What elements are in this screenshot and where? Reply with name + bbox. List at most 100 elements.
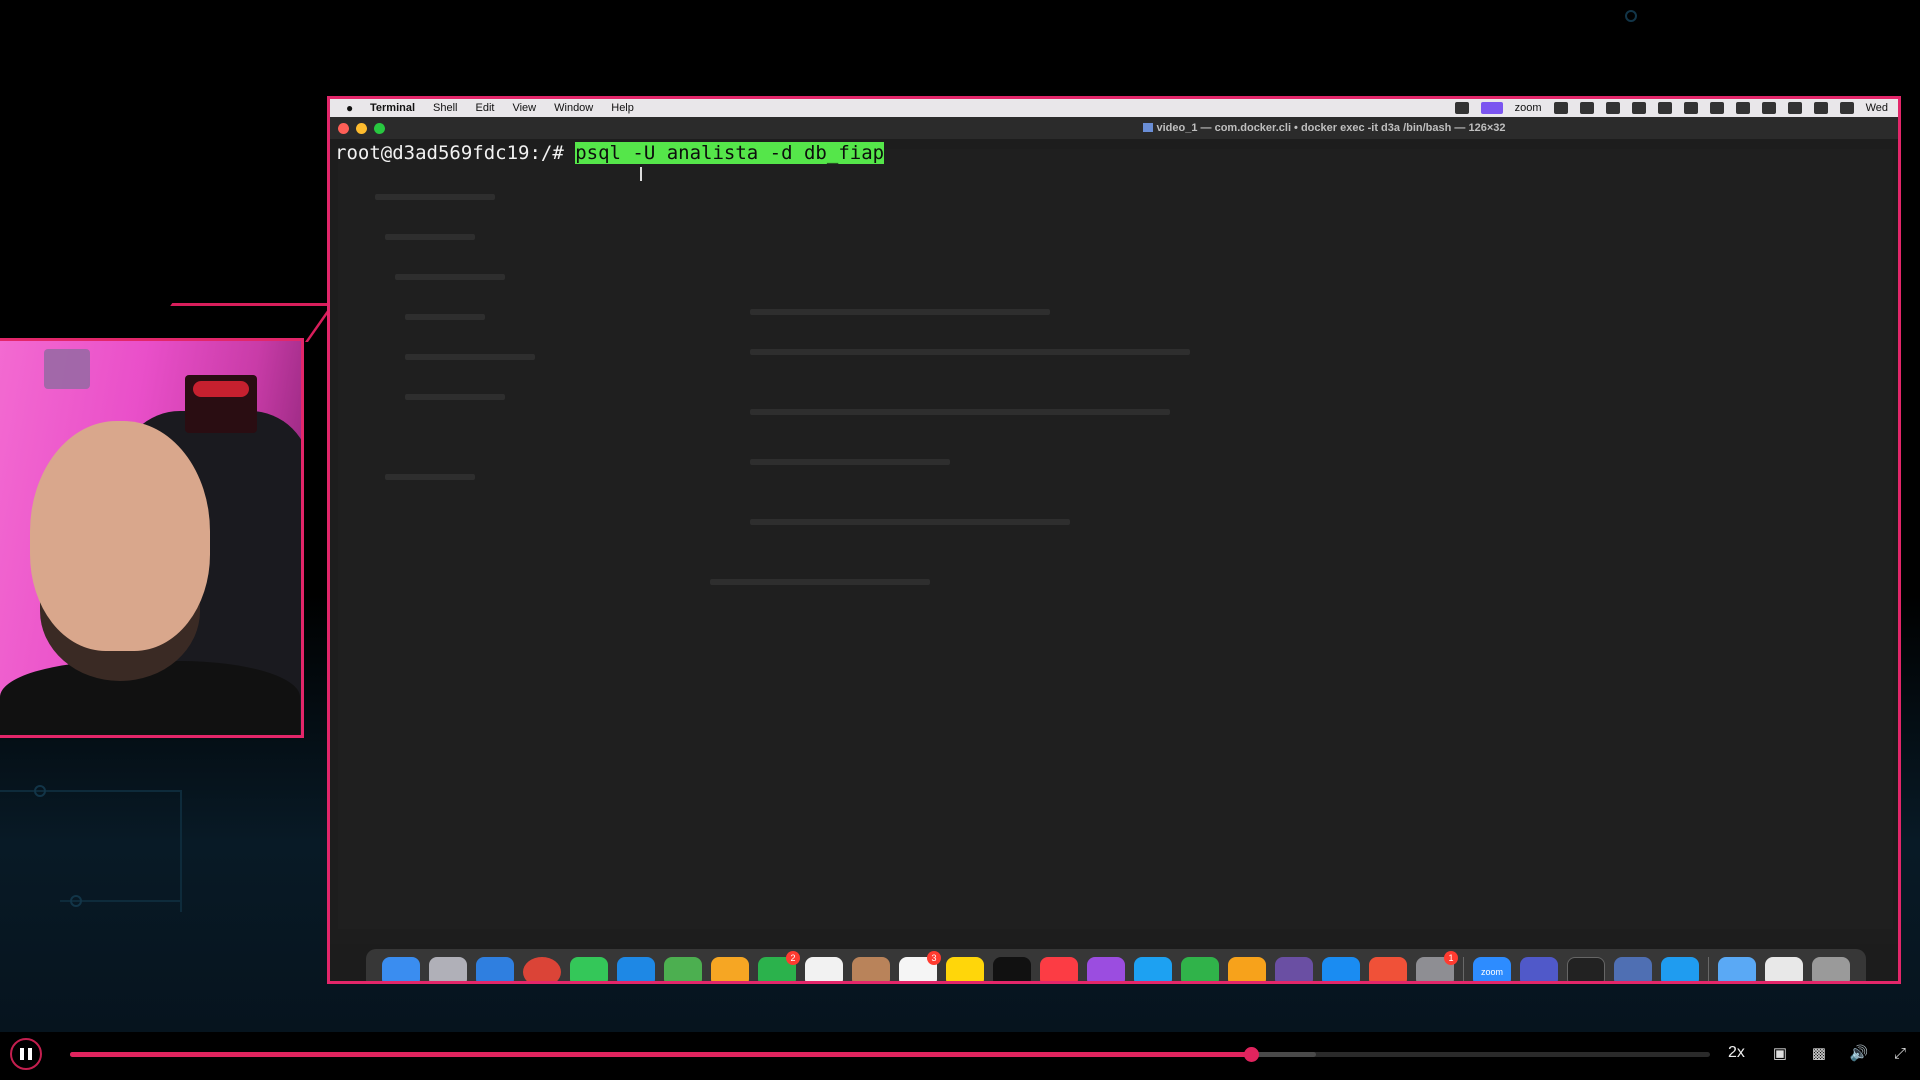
webcam-overlay: [0, 338, 304, 738]
circuit-node: [1625, 10, 1637, 22]
terminal-app-icon[interactable]: [1567, 957, 1605, 981]
ghost-line: [405, 354, 535, 360]
teams-icon[interactable]: [1520, 957, 1558, 981]
terminal-prompt-line: root@d3ad569fdc19:/# psql -U analista -d…: [335, 142, 885, 164]
vscode-icon[interactable]: [1661, 957, 1699, 981]
status-icon[interactable]: [1761, 102, 1776, 114]
ghost-line: [405, 394, 505, 400]
presenter-head: [30, 421, 210, 651]
facetime-icon[interactable]: 2: [758, 951, 800, 981]
zoom-app-icon[interactable]: zoom: [1473, 957, 1511, 981]
video-player-controls: 2x ▣ ▩ 🔊 ⤢: [0, 1032, 1920, 1080]
menubar-clock[interactable]: Wed: [1866, 102, 1888, 114]
pages-icon[interactable]: [1228, 957, 1266, 981]
reminders-icon[interactable]: 3: [899, 951, 941, 981]
window-thumbnail-icon[interactable]: [1765, 957, 1803, 981]
battery-icon[interactable]: [1709, 102, 1724, 114]
background-window-ghost: [338, 149, 1893, 929]
webcam-frame-tab: [145, 303, 336, 342]
safari-icon[interactable]: [476, 957, 514, 981]
feather-icon[interactable]: [1275, 957, 1313, 981]
trash-icon[interactable]: [1812, 957, 1850, 981]
picture-in-picture-icon[interactable]: ▩: [1809, 1044, 1829, 1064]
status-icon[interactable]: [1605, 102, 1620, 114]
calendar-icon[interactable]: [805, 957, 843, 981]
settings-icon[interactable]: 1: [1416, 951, 1458, 981]
ghost-line: [385, 234, 475, 240]
screen-share-icon[interactable]: [1480, 102, 1503, 114]
finder-icon[interactable]: [382, 957, 420, 981]
menu-help[interactable]: Help: [611, 102, 634, 114]
circuit-line: [0, 790, 182, 792]
played-bar: [70, 1052, 1251, 1057]
play-icon[interactable]: [1735, 102, 1750, 114]
status-icon[interactable]: [1553, 102, 1568, 114]
terminal-selected-command[interactable]: psql -U analista -d db_fiap: [575, 142, 885, 164]
progress-knob[interactable]: [1243, 1047, 1259, 1062]
pause-button[interactable]: [10, 1038, 42, 1070]
keynote-icon[interactable]: [1134, 957, 1172, 981]
ghost-line: [395, 274, 505, 280]
contacts-icon[interactable]: [852, 957, 890, 981]
pen-icon[interactable]: [1579, 102, 1594, 114]
progress-track[interactable]: [70, 1047, 1710, 1062]
notification-badge: 1: [1444, 951, 1458, 965]
menu-shell[interactable]: Shell: [433, 102, 457, 114]
captions-icon[interactable]: ▣: [1770, 1044, 1790, 1064]
circuit-node: [70, 895, 82, 907]
ghost-line: [750, 349, 1190, 355]
mac-dock: 2 3 1 zoom: [366, 949, 1866, 981]
control-center-icon[interactable]: [1839, 102, 1854, 114]
terminal-prompt: root@d3ad569fdc19:/#: [335, 142, 576, 164]
playback-speed-button[interactable]: 2x: [1728, 1044, 1745, 1062]
photos-icon[interactable]: [711, 957, 749, 981]
zoom-menu-label[interactable]: zoom: [1515, 102, 1542, 114]
circuit-node: [34, 785, 46, 797]
status-icon[interactable]: [1631, 102, 1646, 114]
wifi-icon[interactable]: [1787, 102, 1802, 114]
window-title: video_1 — com.docker.cli • docker exec -…: [330, 122, 1898, 134]
database-app-icon[interactable]: [1614, 957, 1652, 981]
status-icon[interactable]: [1657, 102, 1672, 114]
dock-separator: [1463, 957, 1464, 981]
wall-logo: [44, 349, 90, 389]
search-icon[interactable]: [1813, 102, 1828, 114]
terminal-content[interactable]: root@d3ad569fdc19:/# psql -U analista -d…: [330, 139, 1898, 944]
apple-icon[interactable]: ●: [346, 101, 360, 115]
launchpad-icon[interactable]: [429, 957, 467, 981]
ghost-line: [710, 579, 930, 585]
tv-icon[interactable]: [993, 957, 1031, 981]
status-icon[interactable]: [1454, 102, 1469, 114]
maps-icon[interactable]: [664, 957, 702, 981]
menu-window[interactable]: Window: [554, 102, 593, 114]
menu-view[interactable]: View: [512, 102, 536, 114]
warning-sign-label: [193, 381, 249, 397]
ghost-line: [385, 474, 475, 480]
window-titlebar: video_1 — com.docker.cli • docker exec -…: [330, 117, 1898, 139]
zoom-app-label: zoom: [1480, 967, 1503, 977]
dock-separator: [1708, 957, 1709, 981]
status-icon[interactable]: [1683, 102, 1698, 114]
podcasts-icon[interactable]: [1087, 957, 1125, 981]
text-cursor-icon: [640, 167, 642, 181]
swift-icon[interactable]: [1369, 957, 1407, 981]
ghost-line: [750, 519, 1070, 525]
ghost-line: [750, 459, 950, 465]
notification-badge: 3: [927, 951, 941, 965]
notes-icon[interactable]: [946, 957, 984, 981]
circuit-line: [180, 790, 182, 912]
menu-app-terminal[interactable]: Terminal: [370, 102, 415, 114]
menu-edit[interactable]: Edit: [476, 102, 495, 114]
chrome-icon[interactable]: [523, 957, 561, 981]
folder-icon: [1142, 123, 1153, 132]
messages-icon[interactable]: [570, 957, 608, 981]
downloads-folder-icon[interactable]: [1718, 957, 1756, 981]
mail-icon[interactable]: [617, 957, 655, 981]
notification-badge: 2: [786, 951, 800, 965]
exit-fullscreen-icon[interactable]: ⤢: [1890, 1044, 1910, 1064]
window-title-text: video_1 — com.docker.cli • docker exec -…: [1156, 122, 1506, 134]
numbers-icon[interactable]: [1181, 957, 1219, 981]
app-store-icon[interactable]: [1322, 957, 1360, 981]
volume-icon[interactable]: 🔊: [1849, 1044, 1869, 1064]
music-icon[interactable]: [1040, 957, 1078, 981]
